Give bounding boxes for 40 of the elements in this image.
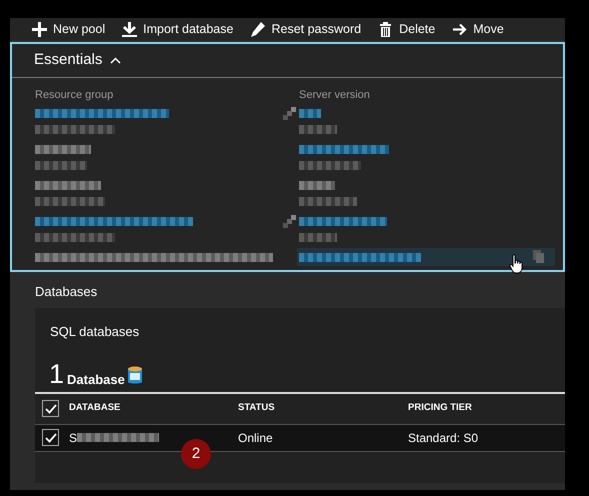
column-header[interactable]: DATABASE: [69, 401, 238, 416]
redacted-label: [35, 161, 87, 170]
checkbox[interactable]: [42, 400, 59, 417]
toolbar-button[interactable]: New pool: [32, 20, 106, 38]
section-title: Essentials: [34, 50, 102, 70]
toolbar-button[interactable]: Reset password: [250, 20, 362, 38]
arrow-icon: [452, 22, 468, 36]
redacted-link[interactable]: [299, 252, 421, 262]
hand-cursor-icon: [509, 254, 524, 274]
redacted-label: [299, 233, 337, 242]
field-label: Resource group: [35, 89, 114, 101]
redacted-link[interactable]: [299, 108, 321, 118]
redacted-link[interactable]: [299, 216, 387, 226]
redacted-link[interactable]: [35, 108, 169, 118]
redacted-link[interactable]: [299, 144, 389, 154]
plus-icon: [32, 22, 47, 36]
pencil-icon: [250, 22, 266, 36]
redacted-label: [299, 197, 357, 206]
trash-icon: [378, 22, 394, 36]
table-cell-text: S: [69, 430, 78, 446]
toolbar-button[interactable]: Move: [452, 20, 504, 38]
table-cell-text: Standard: S0: [408, 430, 478, 446]
field-label: Server version: [299, 89, 370, 101]
chevron-icon[interactable]: [110, 57, 122, 64]
toolbar-button[interactable]: Import database: [122, 20, 234, 38]
column-header[interactable]: STATUS: [238, 401, 408, 416]
section-title: Databases: [35, 283, 98, 301]
tile-title: SQL databases: [50, 324, 140, 338]
copy-icon[interactable]: [533, 250, 545, 264]
checkbox[interactable]: [42, 429, 59, 446]
redacted-link[interactable]: [35, 216, 193, 226]
redacted-label: [299, 161, 361, 170]
toolbar-button[interactable]: Delete: [378, 20, 436, 38]
count-label: Database: [67, 372, 125, 388]
database-count: 1: [49, 360, 64, 388]
column-header[interactable]: PRICING TIER: [408, 401, 472, 416]
download-icon: [122, 22, 138, 36]
redacted-label: [35, 197, 105, 206]
redacted-label: [299, 125, 337, 134]
table-cell-text: Online: [238, 430, 274, 446]
